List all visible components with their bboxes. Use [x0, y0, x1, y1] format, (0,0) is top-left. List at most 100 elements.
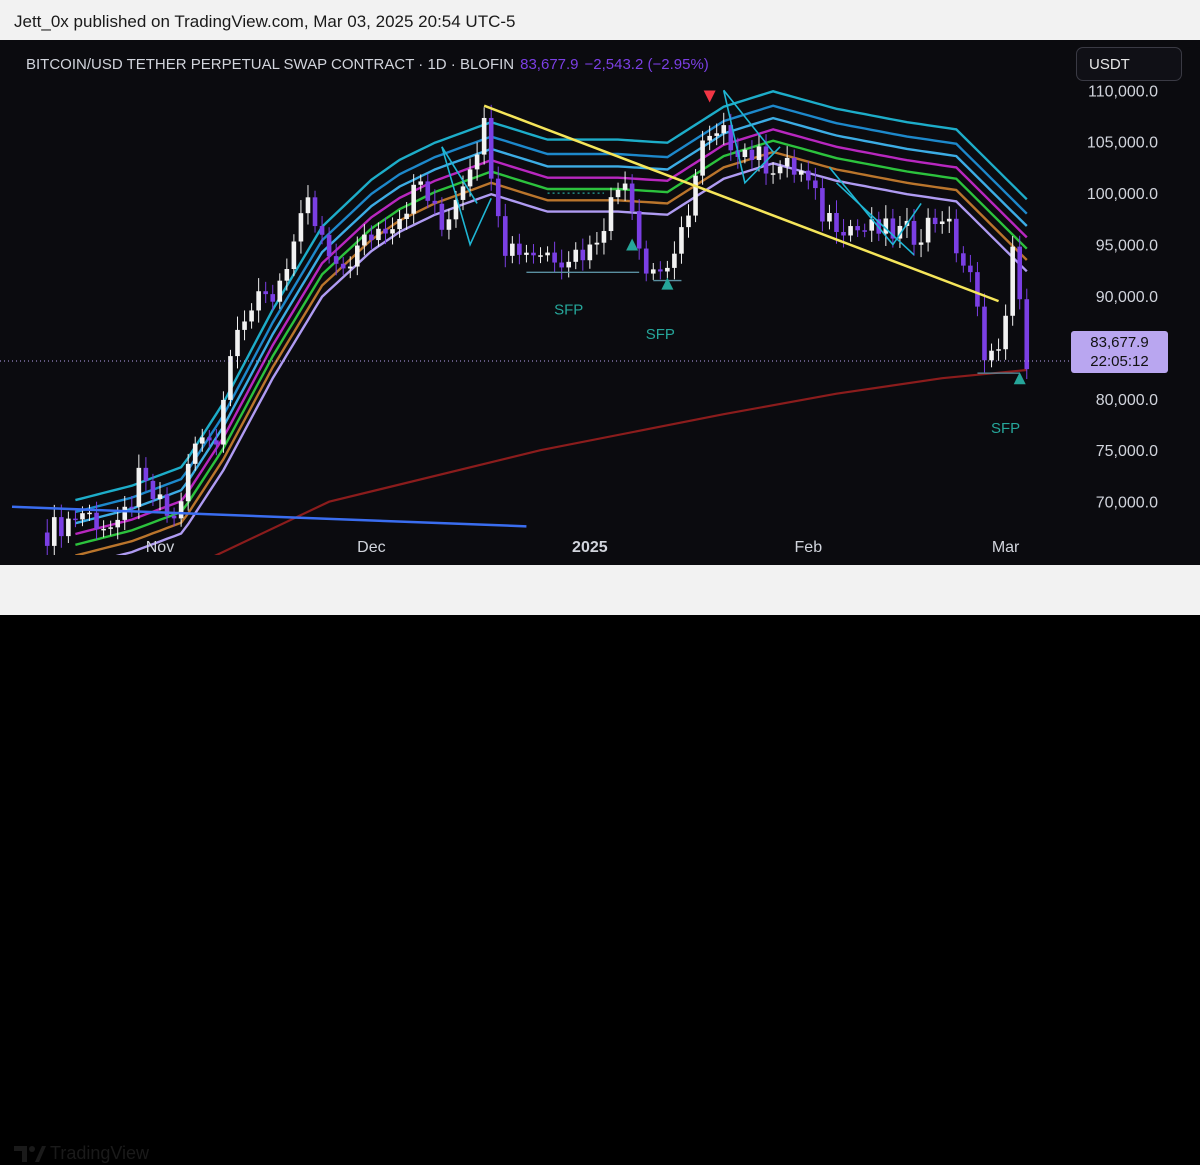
- candle-body: [622, 183, 628, 190]
- candle-body: [721, 125, 727, 134]
- candle-body: [157, 494, 163, 500]
- candle-body: [376, 228, 381, 241]
- y-tick-label: 95,000.0: [1096, 238, 1158, 255]
- candle-body: [855, 226, 860, 231]
- x-tick-label: Feb: [795, 539, 823, 556]
- candle-body: [150, 480, 156, 500]
- candle-body: [481, 117, 487, 155]
- header-bar: Jett_0x published on TradingView.com, Ma…: [0, 0, 1200, 40]
- candle-body: [1010, 246, 1015, 316]
- candle-body: [263, 291, 268, 295]
- candle-body: [101, 528, 106, 531]
- candle-body: [418, 181, 424, 185]
- sfp-triangle-marker: [703, 90, 716, 103]
- tradingview-brand: TradingView: [50, 1143, 150, 1163]
- candle-body: [249, 310, 254, 322]
- symbol-title: BITCOIN/USD TETHER PERPETUAL SWAP CONTRA…: [26, 56, 515, 73]
- candle-body: [319, 226, 325, 235]
- price-change-label: −2,543.2 (−2.95%): [584, 56, 709, 73]
- candle-body: [615, 189, 621, 198]
- currency-button[interactable]: USDT: [1076, 47, 1182, 81]
- x-tick-label: Nov: [146, 539, 174, 556]
- candle-body: [573, 249, 579, 262]
- candle-body: [834, 213, 839, 232]
- candle-body: [460, 186, 466, 200]
- candle-body: [679, 227, 684, 254]
- plot-area: SFPSFPSFPSFP: [11, 89, 1030, 555]
- candle-body: [291, 241, 297, 270]
- candle-body: [171, 515, 177, 519]
- candle-body: [517, 243, 522, 255]
- y-tick-label: 90,000.0: [1096, 289, 1158, 306]
- candle-body: [848, 226, 853, 236]
- x-tick-label: 2025: [572, 539, 608, 556]
- candle-body: [270, 294, 276, 302]
- candle-body: [59, 517, 64, 537]
- candle-body: [192, 443, 198, 464]
- candle-body: [199, 437, 205, 444]
- candle-body: [538, 255, 543, 257]
- candle-body: [326, 234, 332, 257]
- candle-body: [784, 157, 790, 167]
- candle-body: [108, 527, 113, 529]
- candle-body: [143, 467, 149, 481]
- candle-body: [693, 175, 698, 216]
- candle-body: [770, 173, 776, 175]
- y-tick-label: 105,000.0: [1087, 135, 1158, 152]
- candle-body: [545, 252, 550, 256]
- candle-body: [94, 512, 99, 530]
- symbol-legend: BITCOIN/USD TETHER PERPETUAL SWAP CONTRA…: [26, 56, 709, 73]
- sfp-annotation: SFP: [646, 326, 675, 343]
- candle-body: [925, 217, 931, 243]
- candle-body: [355, 245, 360, 267]
- candle-body: [425, 181, 431, 201]
- x-tick-label: Dec: [357, 539, 385, 556]
- sfp-annotation: SFP: [554, 301, 583, 318]
- candle-body: [235, 329, 240, 357]
- price-chart[interactable]: SFPSFPSFPSFP70,000.075,000.080,000.085,0…: [0, 40, 1200, 565]
- candle-body: [502, 216, 508, 256]
- publisher-text: Jett_0x published on TradingView.com, Ma…: [14, 12, 516, 31]
- candle-body: [524, 252, 529, 255]
- candle-body: [608, 197, 614, 232]
- candle-body: [650, 269, 656, 274]
- candle-body: [333, 256, 339, 264]
- candle-body: [1003, 315, 1008, 350]
- candle-body: [798, 170, 804, 175]
- sfp-annotation: SFP: [991, 420, 1020, 437]
- candle-body: [411, 184, 416, 214]
- long-moving-average-line: [214, 368, 1027, 555]
- candle-body: [284, 269, 290, 281]
- candle-body: [841, 231, 846, 236]
- y-tick-label: 70,000.0: [1096, 495, 1158, 512]
- last-price-label: 83,677.9: [520, 56, 579, 73]
- candle-body: [383, 228, 388, 234]
- candle-body: [369, 234, 374, 241]
- candle-body: [862, 230, 867, 232]
- candle-body: [643, 248, 649, 274]
- candle-body: [474, 154, 480, 170]
- candle-body: [700, 140, 705, 176]
- page: Jett_0x published on TradingView.com, Ma…: [0, 0, 1200, 1163]
- candle-body: [122, 506, 128, 520]
- candle-body: [791, 157, 797, 175]
- candle-body: [629, 183, 635, 212]
- candle-body: [362, 234, 367, 246]
- candle-countdown: 22:05:12: [1090, 353, 1149, 370]
- candle-body: [73, 518, 78, 521]
- candle-body: [221, 399, 226, 445]
- candle-body: [432, 200, 438, 204]
- candle-body: [510, 243, 515, 256]
- candle-body: [256, 291, 261, 311]
- candle-body: [601, 231, 607, 243]
- candle-body: [559, 262, 564, 268]
- candle-body: [777, 166, 783, 174]
- y-tick-label: 110,000.0: [1088, 83, 1158, 100]
- candle-body: [44, 532, 50, 546]
- candle-body: [115, 519, 121, 528]
- candle-body: [531, 252, 536, 256]
- sfp-triangle-marker: [626, 238, 639, 251]
- candle-body: [672, 253, 677, 268]
- candle-body: [347, 266, 353, 269]
- candle-body: [298, 213, 304, 242]
